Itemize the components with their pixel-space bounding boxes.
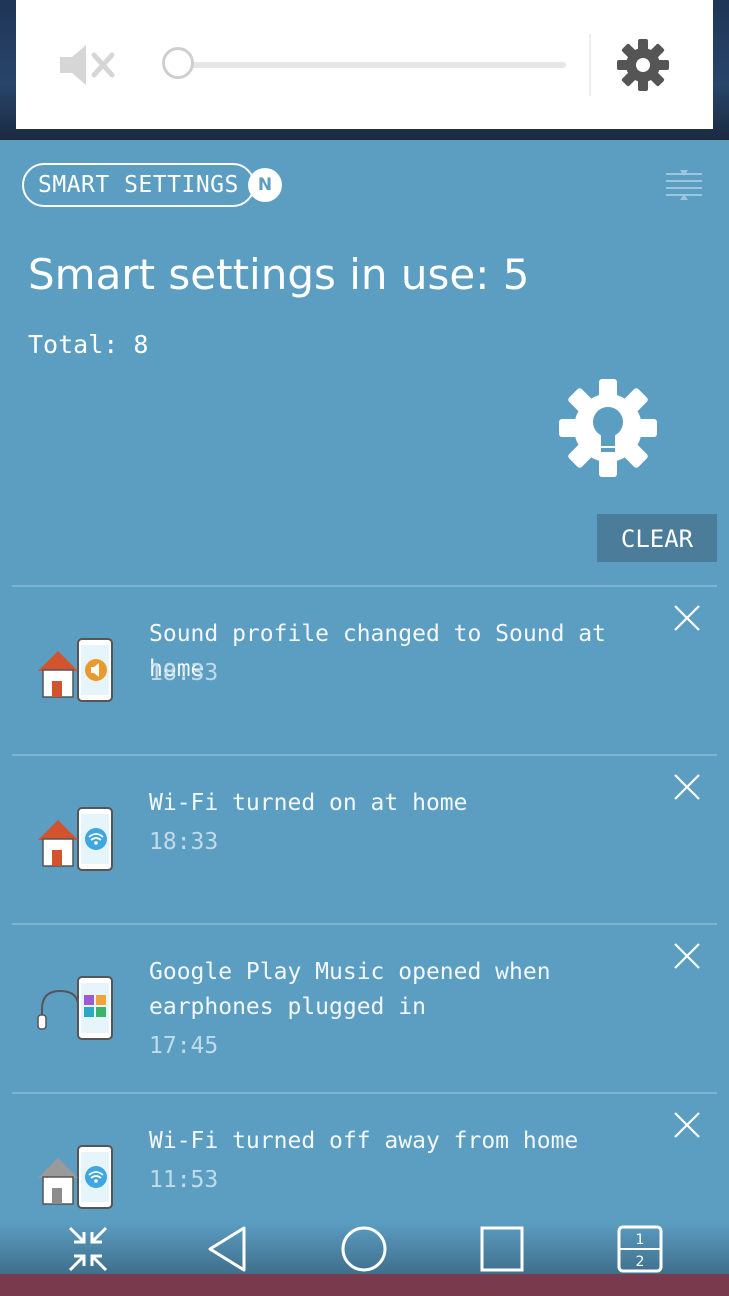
- notification-message: Sound profile changed to Sound at home: [149, 621, 606, 682]
- volume-slider[interactable]: [162, 47, 566, 79]
- notification-item[interactable]: Wi-Fi turned off away from home 11:53: [12, 1092, 717, 1224]
- divider: [589, 34, 591, 96]
- minimize-arrows-icon[interactable]: [60, 1224, 116, 1274]
- lightbulb-gear-icon: [559, 379, 657, 477]
- dual-window-icon[interactable]: 1 2: [612, 1224, 668, 1274]
- earphones-apps-icon: [37, 976, 113, 1040]
- notification-time: 17:45: [149, 1033, 219, 1059]
- home-sound-icon: [38, 638, 113, 702]
- home-wifi-icon: [38, 807, 113, 871]
- navigation-bar: 1 2: [0, 1222, 729, 1274]
- notification-time: 18:33: [149, 660, 219, 686]
- dual-window-top-label: 1: [636, 1232, 645, 1248]
- close-icon[interactable]: [672, 603, 702, 633]
- clear-button[interactable]: CLEAR: [597, 514, 717, 562]
- volume-slider-thumb[interactable]: [162, 47, 194, 79]
- home-icon[interactable]: [336, 1224, 392, 1274]
- close-icon[interactable]: [672, 1110, 702, 1140]
- notification-message: Wi-Fi turned on at home: [149, 790, 468, 816]
- close-icon[interactable]: [672, 941, 702, 971]
- gear-icon[interactable]: [616, 38, 670, 92]
- filter-lines-icon[interactable]: [664, 170, 704, 200]
- notification-item[interactable]: Sound profile changed to Sound at home 1…: [12, 585, 717, 755]
- close-icon[interactable]: [672, 772, 702, 802]
- notification-message: Google Play Music opened when earphones …: [149, 959, 551, 1020]
- recents-icon[interactable]: [474, 1224, 530, 1274]
- away-wifi-icon: [38, 1145, 113, 1209]
- notification-panel: SMART SETTINGS N Smart settings in use: …: [0, 140, 729, 1222]
- notification-time: 11:53: [149, 1167, 219, 1193]
- back-icon[interactable]: [200, 1224, 256, 1274]
- smart-settings-button[interactable]: SMART SETTINGS: [22, 163, 255, 207]
- bottom-strip: [0, 1274, 729, 1296]
- notification-item[interactable]: Wi-Fi turned on at home 18:33: [12, 754, 717, 924]
- notification-message: Wi-Fi turned off away from home: [149, 1128, 579, 1154]
- new-badge: N: [248, 168, 282, 202]
- notification-item[interactable]: Google Play Music opened when earphones …: [12, 923, 717, 1093]
- smart-settings-in-use: Smart settings in use: 5: [28, 250, 530, 299]
- volume-panel: [16, 0, 713, 129]
- total-count: Total: 8: [28, 330, 149, 359]
- notification-time: 18:33: [149, 829, 219, 855]
- speaker-muted-icon[interactable]: [56, 40, 116, 90]
- dual-window-frame-icon: 1 2: [617, 1225, 663, 1273]
- dual-window-bottom-label: 2: [636, 1254, 645, 1270]
